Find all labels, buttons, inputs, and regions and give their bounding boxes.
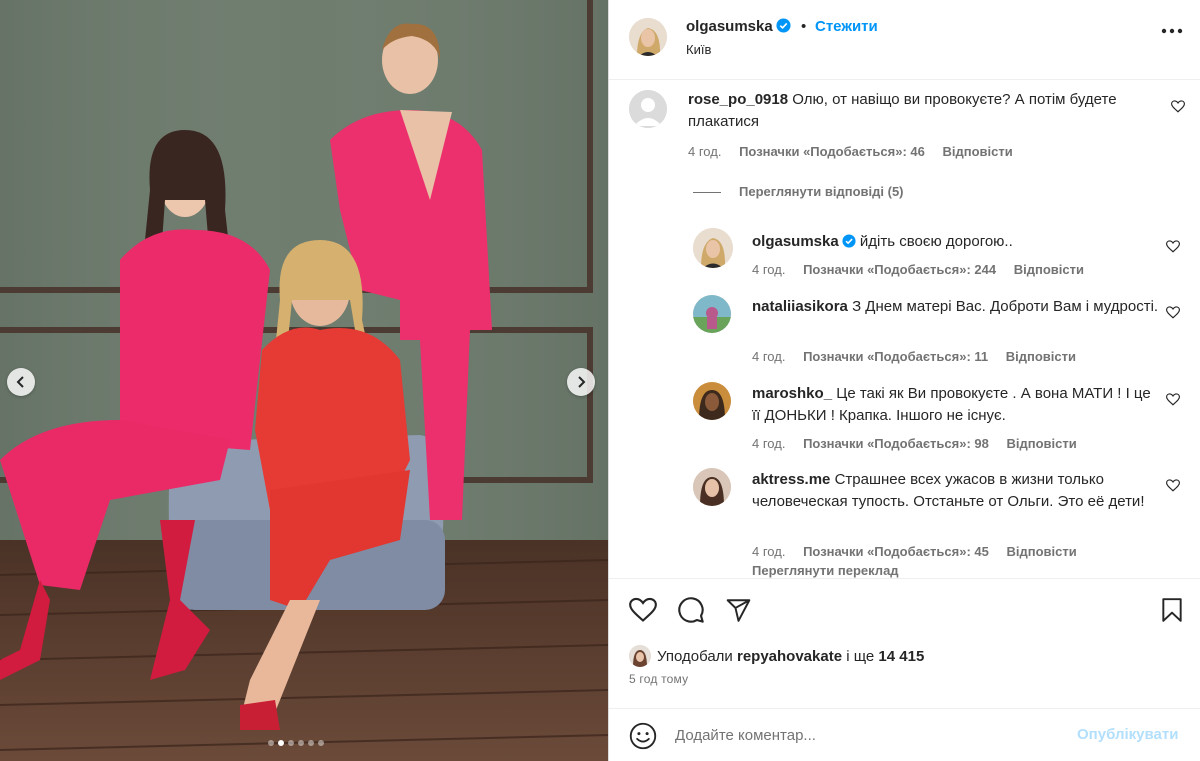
comment-composer: Опублікувати xyxy=(609,708,1200,761)
comment-text: йдіть своєю дорогою.. xyxy=(859,233,1013,250)
commenter-avatar[interactable] xyxy=(693,468,731,506)
carousel-next-button[interactable] xyxy=(567,368,595,396)
carousel-dot xyxy=(288,740,294,746)
commenter-avatar[interactable] xyxy=(693,382,731,420)
view-translation-button[interactable]: Переглянути переклад xyxy=(752,563,899,578)
photo-image xyxy=(0,0,608,761)
carousel-prev-button[interactable] xyxy=(7,368,35,396)
reply-item: nataliiasikora З Днем матері Вас. Доброт… xyxy=(693,293,1200,373)
commenter-avatar[interactable] xyxy=(693,228,733,268)
avatar-image xyxy=(693,468,731,506)
commenter-username[interactable]: rose_po_0918 xyxy=(688,91,788,108)
reply-button[interactable]: Відповісти xyxy=(1006,436,1076,451)
like-comment-heart-icon[interactable] xyxy=(1166,240,1180,253)
emoji-icon[interactable] xyxy=(629,722,657,750)
chevron-right-icon xyxy=(578,376,586,388)
liker-avatar[interactable] xyxy=(629,645,651,667)
avatar-image xyxy=(629,18,667,56)
replies-line xyxy=(693,192,721,194)
verified-badge-icon xyxy=(842,234,856,248)
comment-likes[interactable]: Позначки «Подобається»: 98 xyxy=(803,436,989,451)
chevron-left-icon xyxy=(16,376,24,388)
author-avatar[interactable] xyxy=(629,18,667,56)
view-replies-label: Переглянути відповіді (5) xyxy=(739,184,904,199)
bookmark-save-icon[interactable] xyxy=(1161,597,1183,623)
view-replies-button[interactable]: Переглянути відповіді (5) xyxy=(693,184,904,199)
comment-likes[interactable]: Позначки «Подобається»: 244 xyxy=(803,262,996,277)
reply-item: maroshko_ Це такі як Ви провокуєте . А в… xyxy=(693,380,1200,460)
liked-by: Уподобали repyahovakate і ще 14 415 xyxy=(629,645,924,667)
reply-button[interactable]: Відповісти xyxy=(1006,544,1076,559)
comment-time[interactable]: 4 год. xyxy=(752,262,785,277)
comments-panel: olgasumska • Стежити Київ rose_po_0918 О… xyxy=(609,0,1200,761)
comment-meta: 4 год. Позначки «Подобається»: 46 Відпов… xyxy=(688,144,1027,159)
avatar-image xyxy=(629,645,651,667)
comment-input[interactable] xyxy=(675,722,1065,748)
reply-button[interactable]: Відповісти xyxy=(1014,262,1084,277)
commenter-username[interactable]: maroshko_ xyxy=(752,385,832,402)
carousel-dot xyxy=(268,740,274,746)
like-comment-heart-icon[interactable] xyxy=(1166,306,1180,319)
comment-meta: 4 год. Позначки «Подобається»: 244 Відпо… xyxy=(752,262,1098,277)
comment-time[interactable]: 4 год. xyxy=(752,349,785,364)
commenter-username[interactable]: olgasumska xyxy=(752,233,856,250)
commenter-avatar[interactable] xyxy=(629,90,667,128)
comment-time[interactable]: 4 год. xyxy=(752,544,785,559)
carousel-dot xyxy=(298,740,304,746)
comment-time[interactable]: 4 год. xyxy=(752,436,785,451)
comment-likes[interactable]: Позначки «Подобається»: 46 xyxy=(739,144,925,159)
comment-meta: 4 год. Позначки «Подобається»: 98 Відпов… xyxy=(752,436,1091,451)
verified-badge-icon xyxy=(776,18,791,33)
avatar-image xyxy=(693,228,733,268)
separator-bullet: • xyxy=(801,18,807,35)
default-avatar-icon xyxy=(629,90,667,128)
more-horizontal-icon[interactable] xyxy=(1161,28,1183,34)
like-heart-icon[interactable] xyxy=(629,597,657,623)
liked-by-user[interactable]: repyahovakate xyxy=(737,648,842,665)
liked-by-prefix: Уподобали xyxy=(657,647,733,665)
comment-body: rose_po_0918 Олю, от навіщо ви провокуєт… xyxy=(688,89,1168,133)
carousel-indicator xyxy=(268,740,324,746)
post-timestamp[interactable]: 5 год тому xyxy=(629,672,688,686)
reply-body: olgasumska йдіть своєю дорогою.. xyxy=(752,231,1162,253)
like-comment-heart-icon[interactable] xyxy=(1166,479,1180,492)
author-username[interactable]: olgasumska xyxy=(686,18,791,35)
like-comment-heart-icon[interactable] xyxy=(1171,100,1185,113)
comment-likes[interactable]: Позначки «Подобається»: 45 xyxy=(803,544,989,559)
post-photo[interactable] xyxy=(0,0,608,761)
publish-button[interactable]: Опублікувати xyxy=(1077,726,1178,743)
reply-item: aktress.me Страшнее всех ужасов в жизни … xyxy=(693,466,1200,566)
reply-button[interactable]: Відповісти xyxy=(942,144,1012,159)
comment-time[interactable]: 4 год. xyxy=(688,144,721,159)
reply-button[interactable]: Відповісти xyxy=(1006,349,1076,364)
post-location[interactable]: Київ xyxy=(686,42,711,57)
avatar-image xyxy=(693,295,731,333)
like-comment-heart-icon[interactable] xyxy=(1166,393,1180,406)
reply-item: olgasumska йдіть своєю дорогою.. 4 год. … xyxy=(693,228,1200,288)
commenter-username-text: olgasumska xyxy=(752,233,839,250)
follow-button[interactable]: Стежити xyxy=(815,18,878,35)
commenter-username[interactable]: nataliiasikora xyxy=(752,298,848,315)
avatar-image xyxy=(693,382,731,420)
comment-meta: 4 год. Позначки «Подобається»: 45 Відпов… xyxy=(752,544,1091,559)
comment-item: rose_po_0918 Олю, от навіщо ви провокуєт… xyxy=(609,86,1200,176)
comment-likes[interactable]: Позначки «Подобається»: 11 xyxy=(803,349,988,364)
carousel-dot xyxy=(278,740,284,746)
commenter-username[interactable]: aktress.me xyxy=(752,471,830,488)
commenter-avatar[interactable] xyxy=(693,295,731,333)
author-username-text: olgasumska xyxy=(686,18,773,35)
post-header: olgasumska • Стежити Київ xyxy=(609,0,1200,80)
liked-by-conj: і ще xyxy=(846,647,875,665)
comment-icon[interactable] xyxy=(677,596,705,624)
carousel-dot xyxy=(318,740,324,746)
carousel-dot xyxy=(308,740,314,746)
comment-meta: 4 год. Позначки «Подобається»: 11 Відпов… xyxy=(752,349,1090,364)
reply-body: nataliiasikora З Днем матері Вас. Доброт… xyxy=(752,296,1162,318)
share-send-icon[interactable] xyxy=(725,597,752,623)
reply-body: maroshko_ Це такі як Ви провокуєте . А в… xyxy=(752,383,1162,427)
post-actions: Уподобали repyahovakate і ще 14 415 5 го… xyxy=(609,578,1200,708)
liked-by-count[interactable]: 14 415 xyxy=(878,648,924,665)
reply-body: aktress.me Страшнее всех ужасов в жизни … xyxy=(752,469,1162,513)
comment-text: З Днем матері Вас. Доброти Вам і мудрост… xyxy=(852,298,1159,315)
